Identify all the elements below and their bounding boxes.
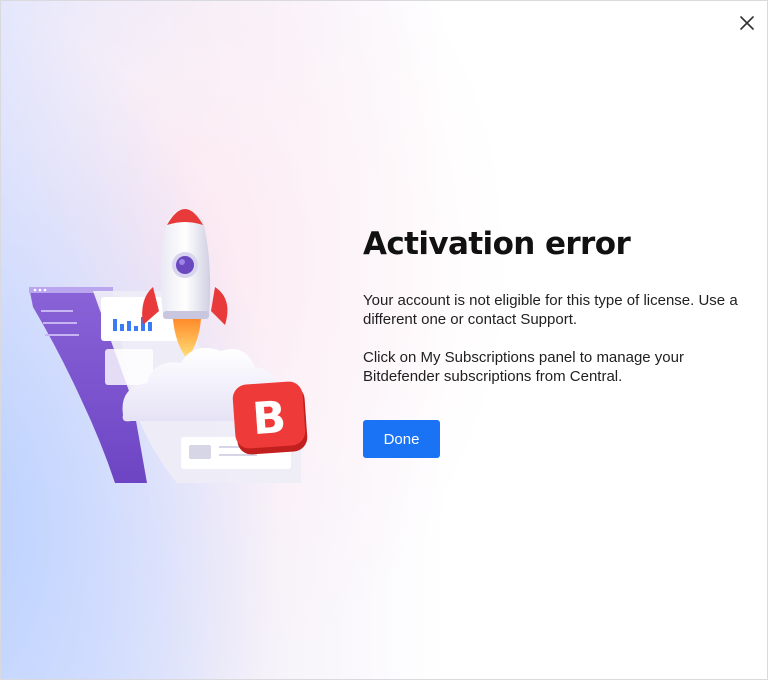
close-button[interactable] bbox=[737, 13, 757, 33]
message-subscriptions: Click on My Subscriptions panel to manag… bbox=[363, 349, 684, 385]
rocket-illustration: B bbox=[23, 191, 323, 491]
done-button[interactable]: Done bbox=[363, 420, 440, 458]
badge-letter: B bbox=[251, 392, 288, 445]
close-icon bbox=[740, 16, 754, 30]
dialog-content: Activation error Your account is not eli… bbox=[363, 223, 743, 386]
bitdefender-badge: B bbox=[232, 381, 308, 455]
dialog-title: Activation error bbox=[363, 226, 631, 262]
message-eligibility: Your account is not eligible for this ty… bbox=[363, 292, 738, 328]
activation-error-dialog: B Activation error Your account is not e… bbox=[0, 0, 768, 680]
